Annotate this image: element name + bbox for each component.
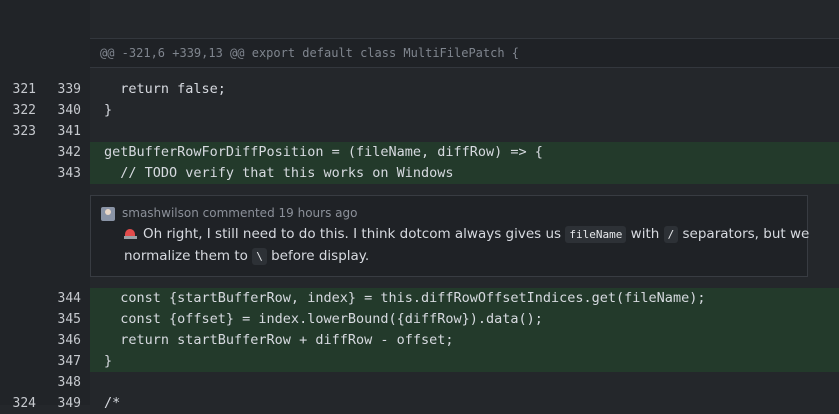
old-line-number[interactable]: 323 — [2, 121, 36, 142]
line-code[interactable]: getBufferRowForDiffPosition = (fileName,… — [90, 142, 839, 163]
comment-action: commented — [202, 206, 275, 220]
diff-line[interactable]: 321 339 return false; — [0, 79, 839, 100]
diff-line[interactable]: 324 349 /* — [0, 393, 839, 414]
inline-code: \ — [252, 248, 267, 265]
new-line-number[interactable]: 344 — [47, 288, 81, 309]
new-line-number[interactable]: 341 — [47, 121, 81, 142]
new-line-number[interactable]: 342 — [47, 142, 81, 163]
rotating-light-icon — [124, 228, 137, 239]
diff-line[interactable]: 322 340 } — [0, 100, 839, 121]
inline-code: fileName — [565, 226, 627, 243]
diff-line[interactable]: 323 341 — [0, 121, 839, 142]
comment-text: Oh right, I still need to do this. I thi… — [143, 226, 566, 242]
diff-line-added[interactable]: 346 return startBufferRow + diffRow - of… — [0, 330, 839, 351]
review-comment: smashwilson commented 19 hours ago Oh ri… — [90, 195, 810, 277]
inline-code: / — [663, 226, 679, 243]
comment-text: normalize them to — [124, 248, 253, 264]
old-line-number[interactable]: 324 — [2, 393, 36, 414]
line-code[interactable]: // TODO verify that this works on Window… — [90, 163, 839, 184]
new-line-number[interactable]: 343 — [47, 163, 81, 184]
comment-time[interactable]: 19 hours ago — [279, 206, 358, 220]
new-line-number[interactable]: 345 — [47, 309, 81, 330]
new-line-number[interactable]: 340 — [47, 100, 81, 121]
comment-body-line-1: Oh right, I still need to do this. I thi… — [124, 226, 810, 243]
new-line-number[interactable]: 346 — [47, 330, 81, 351]
diff-line-added[interactable]: 347 } — [0, 351, 839, 372]
diff-line-added[interactable]: 345 const {offset} = index.lowerBound({d… — [0, 309, 839, 330]
line-code[interactable]: const {offset} = index.lowerBound({diffR… — [90, 309, 839, 330]
comment-text: with — [626, 226, 664, 242]
old-line-number[interactable]: 322 — [2, 100, 36, 121]
comment-author[interactable]: smashwilson — [122, 206, 199, 220]
comment-meta: smashwilson commented 19 hours ago — [122, 206, 357, 220]
new-line-number[interactable]: 347 — [47, 351, 81, 372]
comment-text: before display. — [266, 248, 370, 264]
diff-top-spacer — [90, 0, 839, 38]
hunk-header: @@ -321,6 +339,13 @@ export default clas… — [90, 38, 839, 68]
diff-line-added[interactable]: 343 // TODO verify that this works on Wi… — [0, 163, 839, 184]
new-line-number[interactable]: 339 — [47, 79, 81, 100]
diff-line-added[interactable]: 342 getBufferRowForDiffPosition = (fileN… — [0, 142, 839, 163]
diff-line-added[interactable]: 344 const {startBufferRow, index} = this… — [0, 288, 839, 309]
line-code[interactable]: } — [90, 351, 839, 372]
line-code[interactable]: return false; — [90, 79, 839, 100]
comment-body-line-2: normalize them to \ before display. — [124, 248, 370, 265]
line-code[interactable]: return startBufferRow + diffRow - offset… — [90, 330, 839, 351]
new-line-number[interactable]: 348 — [47, 372, 81, 393]
diff-line-added[interactable]: 348 — [0, 372, 839, 393]
old-line-number[interactable]: 321 — [2, 79, 36, 100]
line-code[interactable]: /* — [90, 393, 839, 414]
avatar[interactable] — [101, 207, 115, 221]
line-code[interactable]: } — [90, 100, 839, 121]
comment-text: separators, but we — [678, 226, 810, 242]
line-code[interactable]: const {startBufferRow, index} = this.dif… — [90, 288, 839, 309]
new-line-number[interactable]: 349 — [47, 393, 81, 414]
